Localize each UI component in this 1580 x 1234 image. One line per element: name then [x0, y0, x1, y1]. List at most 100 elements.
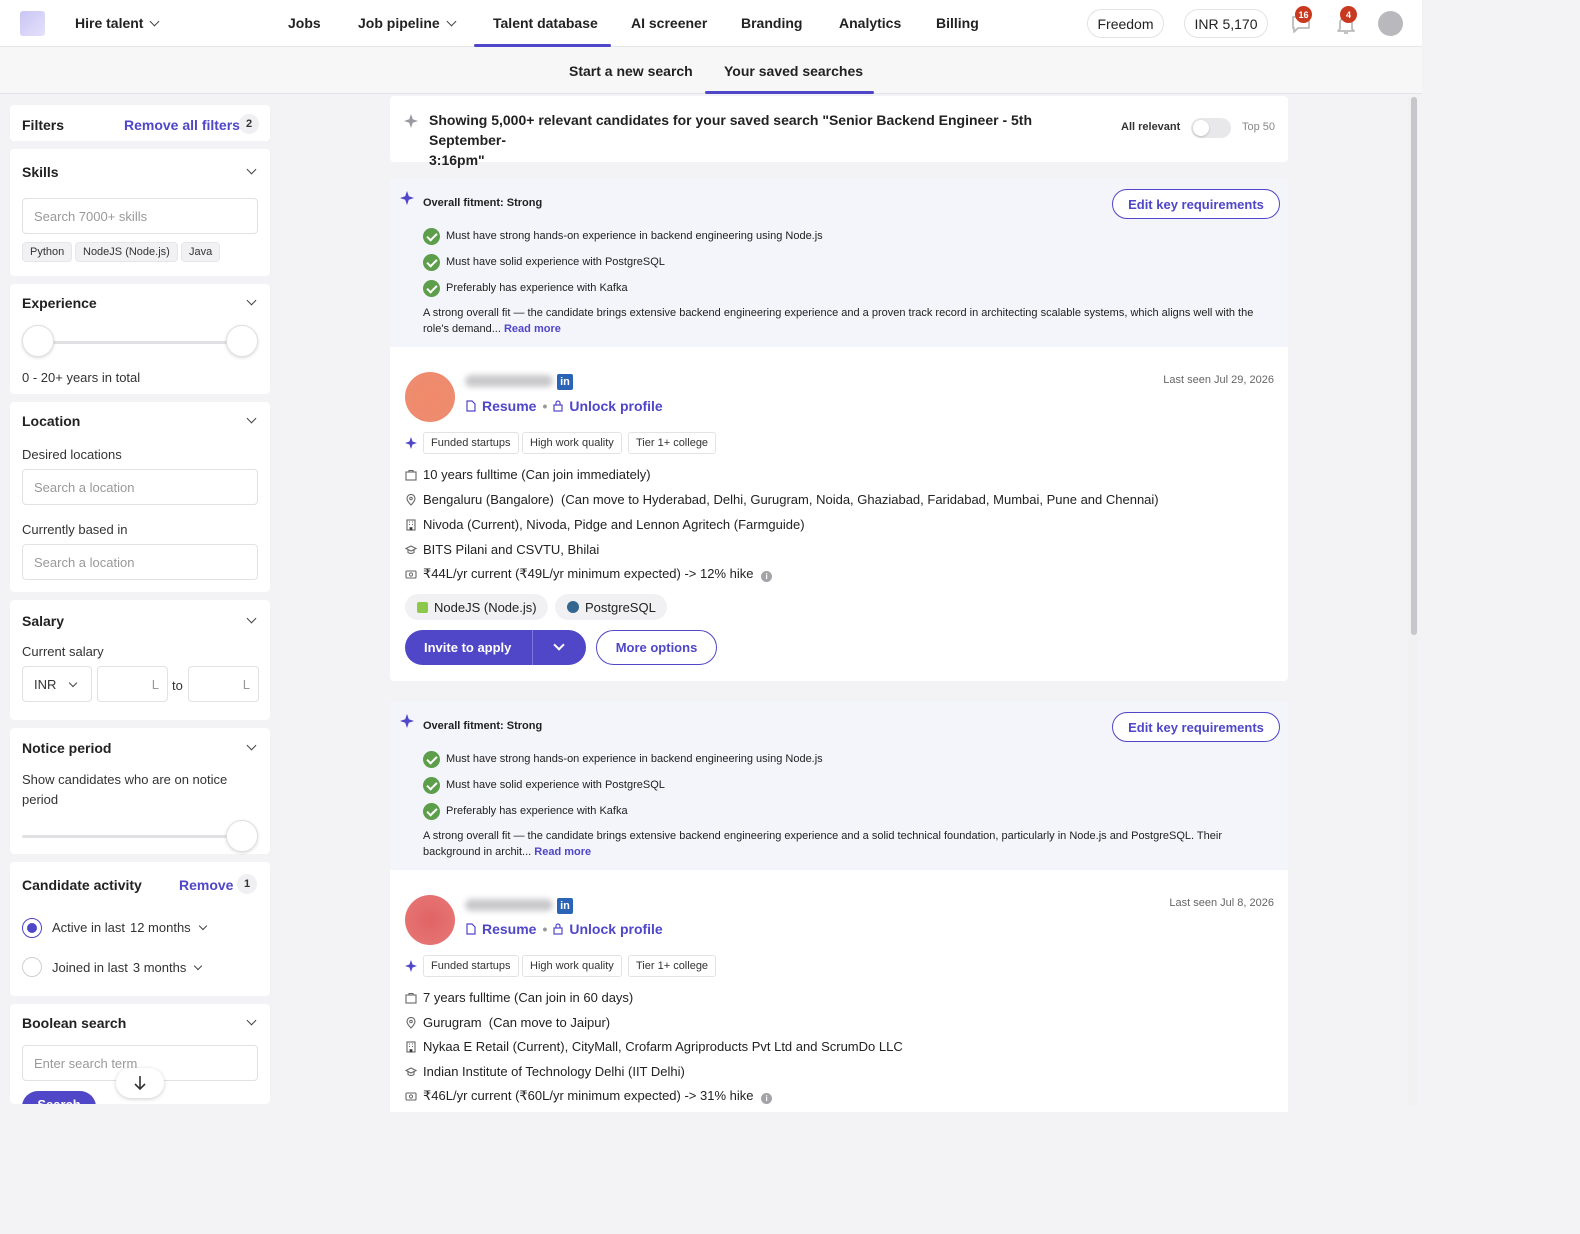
- salary-max-unit: L: [242, 676, 250, 692]
- companies-info: Nykaa E Retail (Current), CityMall, Crof…: [423, 1039, 903, 1054]
- edit-key-requirements-button[interactable]: Edit key requirements: [1112, 189, 1280, 219]
- experience-min-handle[interactable]: [22, 325, 54, 357]
- read-more-link[interactable]: Read more: [534, 846, 591, 858]
- linkedin-icon[interactable]: in: [557, 898, 573, 914]
- nav-job-pipeline[interactable]: Job pipeline: [358, 15, 457, 31]
- invite-to-apply-button: Invite to apply: [405, 630, 586, 665]
- hire-talent-menu[interactable]: Hire talent: [75, 15, 160, 31]
- joined-period-value[interactable]: 3 months: [133, 960, 186, 975]
- nav-talent-database[interactable]: Talent database: [493, 15, 598, 31]
- notice-period-filter: Notice period Show candidates who are on…: [10, 728, 270, 854]
- skill-chip[interactable]: Java: [181, 242, 221, 262]
- requirement-item: Preferably has experience with Kafka: [446, 805, 628, 817]
- tab-start-new-search[interactable]: Start a new search: [569, 63, 693, 79]
- highlight-tag: Funded startups: [423, 432, 519, 454]
- remove-all-filters-link[interactable]: Remove all filters: [124, 117, 240, 133]
- current-location-input[interactable]: Search a location: [22, 544, 258, 580]
- balance-badge[interactable]: INR 5,170: [1184, 9, 1268, 38]
- desired-location-input[interactable]: Search a location: [22, 469, 258, 505]
- candidate-name-blurred[interactable]: [465, 899, 553, 911]
- scrollbar-thumb[interactable]: [1411, 97, 1417, 635]
- graduation-cap-icon: [405, 1067, 417, 1077]
- notice-period-handle[interactable]: [226, 820, 258, 852]
- check-icon: [423, 280, 440, 297]
- chevron-down-icon[interactable]: [246, 413, 257, 424]
- fitment-summary-line2: background in archit...: [423, 846, 532, 858]
- fitment-title: Overall fitment: Strong: [423, 720, 543, 732]
- candidate-avatar[interactable]: [405, 372, 455, 422]
- notice-period-title[interactable]: Notice period: [22, 740, 111, 756]
- notice-period-slider-track[interactable]: [22, 835, 248, 838]
- requirement-item: Must have solid experience with PostgreS…: [446, 256, 665, 268]
- money-icon: [405, 1092, 417, 1101]
- nav-billing[interactable]: Billing: [936, 15, 979, 31]
- fitment-summary: A strong overall fit — the candidate bri…: [423, 305, 1263, 337]
- experience-slider-track[interactable]: [30, 341, 252, 344]
- more-options-button[interactable]: More options: [596, 630, 717, 665]
- nav-ai-screener[interactable]: AI screener: [631, 15, 707, 31]
- chevron-down-icon[interactable]: [194, 961, 203, 971]
- chevron-down-icon[interactable]: [246, 740, 257, 751]
- joined-in-last-option[interactable]: Joined in last 3 months: [52, 960, 203, 975]
- chevron-down-icon[interactable]: [246, 613, 257, 624]
- salary-to-label: to: [172, 678, 183, 693]
- tab-saved-searches[interactable]: Your saved searches: [724, 63, 863, 79]
- education-info: Indian Institute of Technology Delhi (II…: [423, 1064, 685, 1079]
- active-in-last-label: Active in last: [52, 920, 125, 935]
- candidate-name-blurred[interactable]: [465, 375, 553, 387]
- active-filters-count: 2: [239, 114, 259, 134]
- unlock-profile-link[interactable]: Unlock profile: [569, 921, 662, 937]
- read-more-link[interactable]: Read more: [504, 323, 561, 335]
- resume-link[interactable]: Resume: [482, 921, 536, 937]
- search-tabs: Start a new search Your saved searches: [0, 47, 1422, 94]
- postgresql-icon: [567, 601, 579, 613]
- user-avatar[interactable]: [1378, 11, 1403, 36]
- nav-jobs[interactable]: Jobs: [288, 15, 321, 31]
- document-icon: [466, 400, 476, 412]
- skills-search-input[interactable]: Search 7000+ skills: [22, 198, 258, 234]
- nav-branding[interactable]: Branding: [741, 15, 802, 31]
- requirement-item: Preferably has experience with Kafka: [446, 282, 628, 294]
- relevance-toggle[interactable]: [1191, 118, 1231, 138]
- nav-analytics[interactable]: Analytics: [839, 15, 901, 31]
- currency-select[interactable]: INR: [22, 666, 92, 702]
- nav-branding-label: Branding: [741, 15, 803, 31]
- active-in-last-radio[interactable]: [22, 918, 42, 938]
- location-info: Bengaluru (Bangalore) (Can move to Hyder…: [423, 492, 1159, 507]
- scroll-down-button[interactable]: [116, 1068, 164, 1098]
- active-period-value[interactable]: 12 months: [130, 920, 191, 935]
- boolean-search-title[interactable]: Boolean search: [22, 1015, 126, 1031]
- info-icon[interactable]: i: [761, 1093, 773, 1104]
- unlock-profile-link[interactable]: Unlock profile: [569, 398, 662, 414]
- chevron-down-icon[interactable]: [198, 921, 207, 931]
- candidate-avatar[interactable]: [405, 895, 455, 945]
- joined-in-last-radio[interactable]: [22, 957, 42, 977]
- hire-talent-label: Hire talent: [75, 15, 144, 31]
- experience-title[interactable]: Experience: [22, 295, 97, 311]
- chevron-down-icon[interactable]: [246, 1015, 257, 1026]
- chevron-down-icon[interactable]: [246, 295, 257, 306]
- results-summary: Showing 5,000+ relevant candidates for y…: [429, 110, 1089, 170]
- chevron-down-icon[interactable]: [553, 639, 565, 651]
- resume-link[interactable]: Resume: [482, 398, 536, 414]
- company-logo[interactable]: [20, 11, 45, 36]
- invite-to-apply-label[interactable]: Invite to apply: [424, 640, 511, 655]
- salary-min-input[interactable]: L: [97, 666, 168, 702]
- salary-title[interactable]: Salary: [22, 613, 64, 629]
- chevron-down-icon: [150, 16, 160, 26]
- active-in-last-option[interactable]: Active in last 12 months: [52, 920, 207, 935]
- edit-key-requirements-button[interactable]: Edit key requirements: [1112, 712, 1280, 742]
- experience-max-handle[interactable]: [226, 325, 258, 357]
- linkedin-icon[interactable]: in: [557, 374, 573, 390]
- plan-badge[interactable]: Freedom: [1087, 9, 1164, 38]
- boolean-search-button[interactable]: Search: [22, 1091, 96, 1104]
- skill-chip[interactable]: NodeJS (Node.js): [75, 242, 178, 262]
- location-title[interactable]: Location: [22, 413, 80, 429]
- remove-activity-filter-link[interactable]: Remove: [179, 877, 233, 893]
- skill-chip[interactable]: Python: [22, 242, 73, 262]
- info-icon[interactable]: i: [761, 571, 773, 582]
- graduation-cap-icon: [405, 545, 417, 555]
- skills-title[interactable]: Skills: [22, 164, 59, 180]
- chevron-down-icon[interactable]: [246, 164, 257, 175]
- salary-max-input[interactable]: L: [188, 666, 259, 702]
